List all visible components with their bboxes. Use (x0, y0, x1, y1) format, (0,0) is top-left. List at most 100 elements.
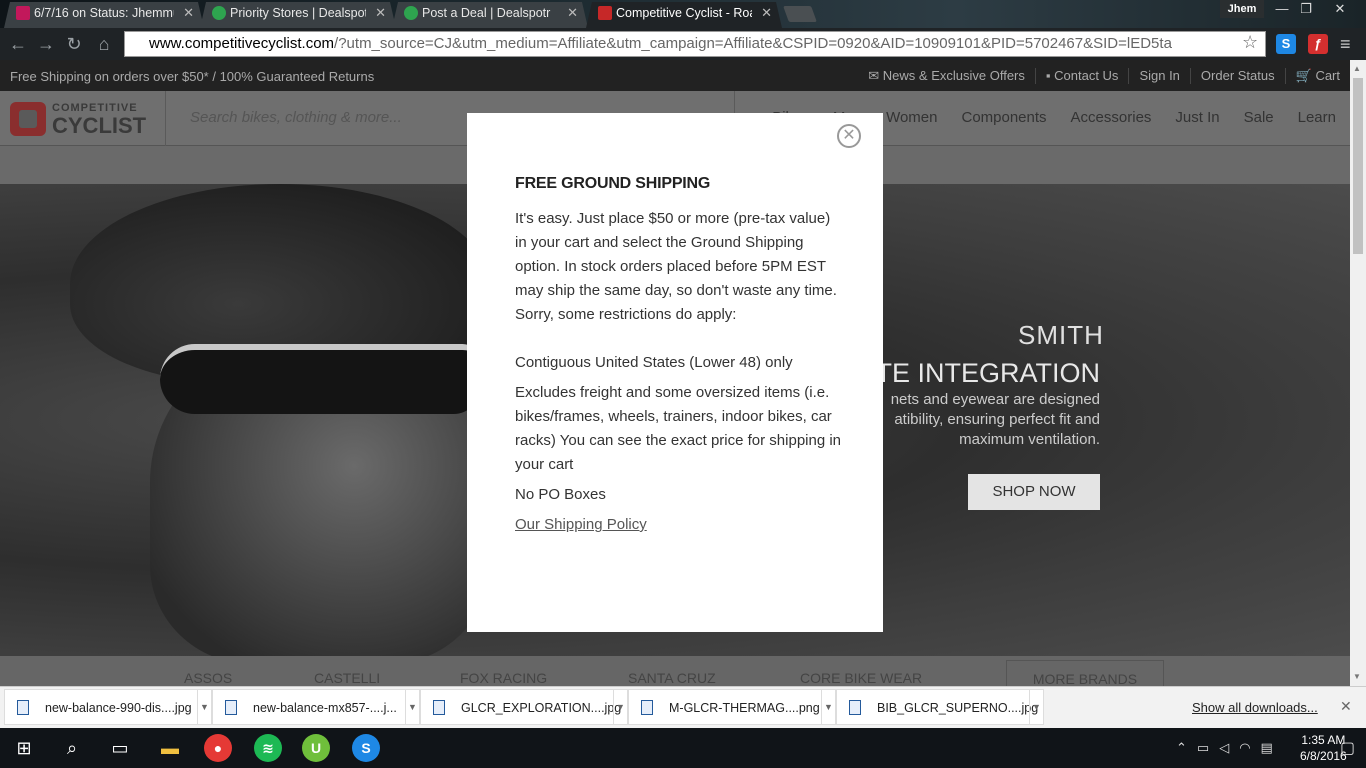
logo-text: COMPETITIVE CYCLIST (52, 101, 146, 137)
chevron-down-icon[interactable]: ▼ (821, 690, 835, 724)
home-icon[interactable]: ⌂ (92, 32, 116, 56)
dealspotr-favicon-icon (212, 6, 226, 20)
competitive-cyclist-favicon-icon (598, 6, 612, 20)
new-tab-button[interactable] (783, 6, 817, 22)
page-scrollbar[interactable]: ▲ ▼ (1350, 60, 1366, 686)
brand-link[interactable]: CASTELLI (314, 670, 380, 686)
url-host: www.competitivecyclist.com (149, 35, 335, 52)
image-file-icon (849, 700, 861, 715)
close-icon[interactable]: ✕ (183, 2, 194, 24)
battery-icon[interactable]: ▭ (1197, 740, 1209, 756)
file-explorer-icon[interactable]: ▬ (156, 734, 184, 762)
browser-tab-priority-stores[interactable]: Priority Stores | Dealspotr ✕ (200, 2, 396, 28)
hamburger-menu-icon[interactable]: ≡ (1340, 34, 1351, 55)
modal-body: It's easy. Just place $50 or more (pre-t… (515, 207, 845, 537)
windows-start-icon[interactable]: ⊞ (10, 734, 38, 762)
url-query: /?utm_source=CJ&utm_medium=Affiliate&utm… (334, 35, 1172, 52)
utility-bar: Free Shipping on orders over $50* / 100%… (0, 60, 1350, 91)
browser-tab-post-deal[interactable]: Post a Deal | Dealspotr ✕ (392, 2, 588, 28)
modal-close-icon[interactable]: ✕ (837, 124, 861, 148)
download-shelf: new-balance-990-dis....jpg ▼ new-balance… (0, 686, 1366, 728)
download-item[interactable]: M-GLCR-THERMAG....png ▼ (628, 689, 836, 725)
wifi-icon[interactable]: ◠ (1239, 740, 1250, 756)
system-tray: ⌃ ▭ ◁ ◠ ▤ (1176, 740, 1273, 756)
download-item[interactable]: GLCR_EXPLORATION....jpg ▼ (420, 689, 628, 725)
back-arrow-icon[interactable]: ← (6, 32, 30, 56)
download-item[interactable]: new-balance-mx857-....j... ▼ (212, 689, 420, 725)
scroll-down-icon[interactable]: ▼ (1353, 672, 1361, 681)
restriction-item: Excludes freight and some oversized item… (515, 384, 842, 473)
logo-line-2: CYCLIST (52, 113, 147, 138)
shop-now-button[interactable]: SHOP NOW (968, 474, 1100, 510)
browser-tab-competitive-cyclist[interactable]: Competitive Cyclist - Roa ✕ (586, 2, 782, 28)
keyboard-icon[interactable]: ▤ (1261, 740, 1273, 756)
forward-arrow-icon[interactable]: → (34, 32, 58, 56)
chevron-down-icon[interactable]: ▼ (613, 690, 627, 724)
skype-extension-icon[interactable]: S (1276, 34, 1296, 54)
skype-icon[interactable]: S (352, 734, 380, 762)
sign-in-link[interactable]: Sign In (1129, 68, 1191, 84)
scrollbar-thumb[interactable] (1353, 78, 1363, 254)
profile-button[interactable]: Jhem (1220, 0, 1264, 18)
flash-extension-icon[interactable]: ƒ (1308, 34, 1328, 54)
nav-components[interactable]: Components (961, 109, 1046, 126)
chevron-up-icon[interactable]: ⌃ (1176, 740, 1187, 756)
chrome-icon[interactable]: ● (204, 734, 232, 762)
brand-link[interactable]: FOX RACING (460, 670, 547, 686)
task-view-icon[interactable]: ▭ (106, 734, 134, 762)
volume-icon[interactable]: ◁ (1219, 740, 1229, 756)
brand-link[interactable]: CORE BIKE WEAR (800, 670, 922, 686)
show-all-downloads-link[interactable]: Show all downloads... (1192, 700, 1318, 715)
download-filename: GLCR_EXPLORATION....jpg (461, 701, 622, 715)
download-item[interactable]: new-balance-990-dis....jpg ▼ (4, 689, 212, 725)
scroll-up-icon[interactable]: ▲ (1353, 64, 1361, 73)
chevron-down-icon[interactable]: ▼ (405, 690, 419, 724)
nav-learn[interactable]: Learn (1298, 109, 1336, 126)
close-icon[interactable]: ✕ (375, 2, 386, 24)
image-file-icon (641, 700, 653, 715)
hero-brand-logo: SMITH (1018, 320, 1104, 350)
image-file-icon (225, 700, 237, 715)
windows-taskbar: ⊞ ⌕ ▭ ▬ ● ≋ U S ⌃ ▭ ◁ ◠ ▤ 1:35 AM 6/8/20… (0, 728, 1366, 768)
dealspotr-favicon-icon (404, 6, 418, 20)
download-item[interactable]: BIB_GLCR_SUPERNO....jpg ▼ (836, 689, 1044, 725)
close-icon[interactable]: ✕ (567, 2, 578, 24)
browser-tab-status[interactable]: 6/7/16 on Status: Jhemmu ✕ (4, 2, 204, 28)
order-status-link[interactable]: Order Status (1191, 68, 1286, 84)
nav-just-in[interactable]: Just In (1175, 109, 1219, 126)
shipping-modal: ✕ FREE GROUND SHIPPING It's easy. Just p… (467, 113, 883, 632)
brand-link[interactable]: SANTA CRUZ (628, 670, 716, 686)
chevron-down-icon[interactable]: ▼ (1029, 690, 1043, 724)
reload-icon[interactable]: ↻ (62, 32, 86, 56)
download-filename: new-balance-mx857-....j... (253, 701, 397, 715)
restriction-item: No PO Boxes (515, 486, 606, 503)
close-icon[interactable]: ✕ (761, 2, 772, 24)
close-icon[interactable]: ✕ (1340, 698, 1352, 715)
nav-sale[interactable]: Sale (1244, 109, 1274, 126)
spotify-icon[interactable]: ≋ (254, 734, 282, 762)
site-logo[interactable]: COMPETITIVE CYCLIST (10, 101, 146, 137)
search-icon[interactable]: ⌕ (58, 734, 86, 762)
shipping-policy-link[interactable]: Our Shipping Policy (515, 516, 647, 533)
nav-accessories[interactable]: Accessories (1071, 109, 1152, 126)
modal-intro: It's easy. Just place $50 or more (pre-t… (515, 210, 837, 323)
tab-title: Priority Stores | Dealspotr (230, 6, 366, 20)
cart-link[interactable]: 🛒 Cart (1286, 68, 1340, 84)
brand-link[interactable]: ASSOS (184, 670, 232, 686)
nav-women[interactable]: Women (886, 109, 937, 126)
contact-us-link[interactable]: ▪ Contact Us (1036, 68, 1130, 84)
cart-label: Cart (1315, 68, 1340, 83)
window-close-icon[interactable]: ✕ (1326, 0, 1354, 18)
brand-bar: ASSOS CASTELLI FOX RACING SANTA CRUZ COR… (0, 656, 1350, 686)
download-filename: new-balance-990-dis....jpg (45, 701, 192, 715)
bookmark-star-icon[interactable]: ☆ (1242, 32, 1258, 53)
notification-icon[interactable]: ▢ (1340, 738, 1355, 758)
restore-icon[interactable]: ❐ (1292, 0, 1320, 18)
news-offers-link[interactable]: ✉ News & Exclusive Offers (858, 68, 1036, 84)
chevron-down-icon[interactable]: ▼ (197, 690, 211, 724)
upwork-icon[interactable]: U (302, 734, 330, 762)
address-bar[interactable]: www.competitivecyclist.com/?utm_source=C… (124, 31, 1266, 57)
image-file-icon (17, 700, 29, 715)
more-brands-button[interactable]: MORE BRANDS (1006, 660, 1164, 686)
hero-title: ATE INTEGRATION (859, 358, 1100, 388)
